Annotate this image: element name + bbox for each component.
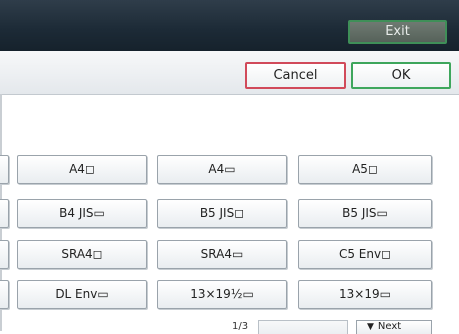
paper-size-button-partial[interactable] xyxy=(0,199,9,228)
paper-size-button[interactable]: B5 JIS◻ xyxy=(157,199,287,228)
paper-size-button[interactable]: C5 Env◻ xyxy=(298,240,432,269)
paper-size-button[interactable]: 13×19▭ xyxy=(298,280,432,309)
paper-size-button[interactable]: B4 JIS▭ xyxy=(17,199,147,228)
top-bar: Exit xyxy=(0,0,459,51)
paper-size-button[interactable]: A4▭ xyxy=(157,155,287,184)
paper-size-button-partial[interactable] xyxy=(0,155,9,184)
paper-size-button[interactable]: A5◻ xyxy=(298,155,432,184)
paper-size-button[interactable]: SRA4◻ xyxy=(17,240,147,269)
page-indicator: 1/3 xyxy=(232,321,249,332)
paper-size-button-partial[interactable] xyxy=(0,280,9,309)
paper-size-button[interactable]: SRA4▭ xyxy=(157,240,287,269)
cancel-button[interactable]: Cancel xyxy=(245,62,346,89)
next-button[interactable]: ▼ Next xyxy=(356,320,432,334)
previous-button[interactable] xyxy=(258,320,348,334)
paper-size-button[interactable]: DL Env▭ xyxy=(17,280,147,309)
next-label: Next xyxy=(377,321,402,332)
paper-size-button-partial[interactable] xyxy=(0,240,9,269)
paper-size-button[interactable]: A4◻ xyxy=(17,155,147,184)
ok-button[interactable]: OK xyxy=(351,62,451,89)
triangle-down-icon: ▼ xyxy=(367,322,374,332)
exit-button[interactable]: Exit xyxy=(348,20,447,44)
paper-size-button[interactable]: B5 JIS▭ xyxy=(298,199,432,228)
paper-size-button[interactable]: 13×19½▭ xyxy=(157,280,287,309)
